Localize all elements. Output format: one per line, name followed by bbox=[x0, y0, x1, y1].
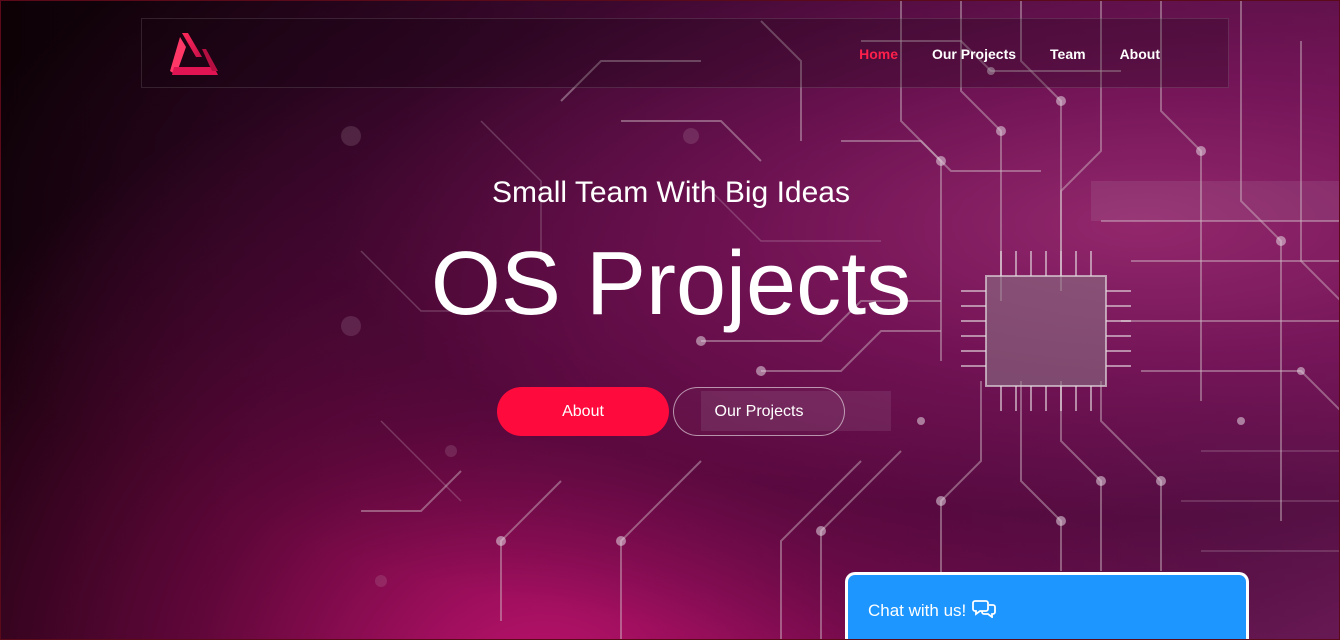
hero-subtitle: Small Team With Big Ideas bbox=[492, 176, 850, 209]
nav-links: Home Our Projects Team About bbox=[859, 19, 1160, 89]
triangle-logo-icon[interactable] bbox=[168, 31, 220, 77]
page: Home Our Projects Team About Small Team … bbox=[0, 0, 1340, 640]
about-button[interactable]: About bbox=[497, 387, 669, 436]
navbar: Home Our Projects Team About bbox=[141, 18, 1229, 88]
nav-home[interactable]: Home bbox=[859, 46, 898, 62]
nav-our-projects[interactable]: Our Projects bbox=[932, 46, 1016, 62]
our-projects-button[interactable]: Our Projects bbox=[673, 387, 845, 436]
chat-bubbles-icon bbox=[972, 598, 997, 623]
hero-title: OS Projects bbox=[430, 234, 912, 334]
nav-team[interactable]: Team bbox=[1050, 46, 1086, 62]
chat-label: Chat with us! bbox=[868, 600, 967, 620]
chat-widget[interactable]: Chat with us! bbox=[845, 572, 1249, 639]
chat-label-wrap: Chat with us! bbox=[868, 598, 997, 623]
nav-about[interactable]: About bbox=[1120, 46, 1160, 62]
